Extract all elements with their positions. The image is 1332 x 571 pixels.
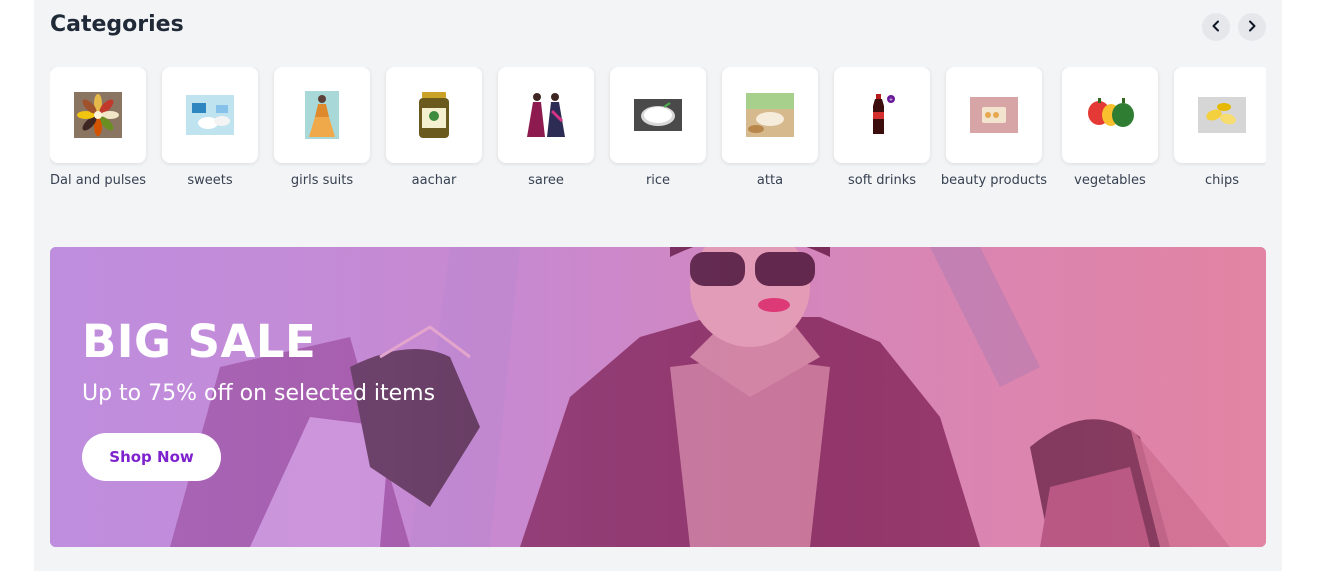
girls-suits-image <box>305 91 339 139</box>
chevron-left-icon <box>1210 20 1222 35</box>
category-item-rice[interactable]: rice <box>610 67 706 188</box>
category-card[interactable] <box>162 67 258 163</box>
category-label: chips <box>1204 173 1240 188</box>
category-card[interactable] <box>722 67 818 163</box>
category-card[interactable] <box>386 67 482 163</box>
category-card[interactable] <box>498 67 594 163</box>
atta-image <box>746 93 794 137</box>
section-title: Categories <box>50 12 184 37</box>
category-card[interactable] <box>610 67 706 163</box>
category-item-atta[interactable]: atta <box>722 67 818 188</box>
soft-drinks-image: + <box>873 94 895 134</box>
category-item-girls-suits[interactable]: girls suits <box>274 67 370 188</box>
category-carousel: Dal and pulses sweets girls suits aachar… <box>50 67 1266 197</box>
dal-and-pulses-image <box>74 92 122 138</box>
shop-now-button[interactable]: Shop Now <box>82 433 221 481</box>
category-card[interactable] <box>274 67 370 163</box>
svg-text:+: + <box>889 97 893 103</box>
category-card[interactable] <box>50 67 146 163</box>
category-item-chips[interactable]: chips <box>1174 67 1266 188</box>
chips-image <box>1198 97 1246 133</box>
promo-banner: BIG SALE Up to 75% off on selected items… <box>50 247 1266 547</box>
chevron-right-icon <box>1246 20 1258 35</box>
category-item-vegetables[interactable]: vegetables <box>1062 67 1158 188</box>
banner-title: BIG SALE <box>82 315 317 368</box>
next-button[interactable] <box>1238 13 1266 41</box>
category-item-soft-drinks[interactable]: + soft drinks <box>834 67 930 188</box>
category-item-beauty-products[interactable]: beauty products <box>941 67 1047 188</box>
aachar-image <box>419 92 449 138</box>
category-card[interactable] <box>946 67 1042 163</box>
banner-subtitle: Up to 75% off on selected items <box>82 381 436 406</box>
category-item-dal-and-pulses[interactable]: Dal and pulses <box>50 67 146 188</box>
sweets-image <box>186 95 234 135</box>
category-item-aachar[interactable]: aachar <box>386 67 482 188</box>
beauty-products-image <box>970 97 1018 133</box>
categories-section: Categories Dal and pulses sweets girls s… <box>34 0 1282 571</box>
category-item-sweets[interactable]: sweets <box>162 67 258 188</box>
category-item-saree[interactable]: saree <box>498 67 594 188</box>
prev-button[interactable] <box>1202 13 1230 41</box>
saree-image <box>527 93 565 137</box>
category-card[interactable] <box>1174 67 1266 163</box>
category-card[interactable] <box>1062 67 1158 163</box>
vegetables-image <box>1088 98 1134 127</box>
rice-image <box>634 99 682 131</box>
category-card[interactable]: + <box>834 67 930 163</box>
